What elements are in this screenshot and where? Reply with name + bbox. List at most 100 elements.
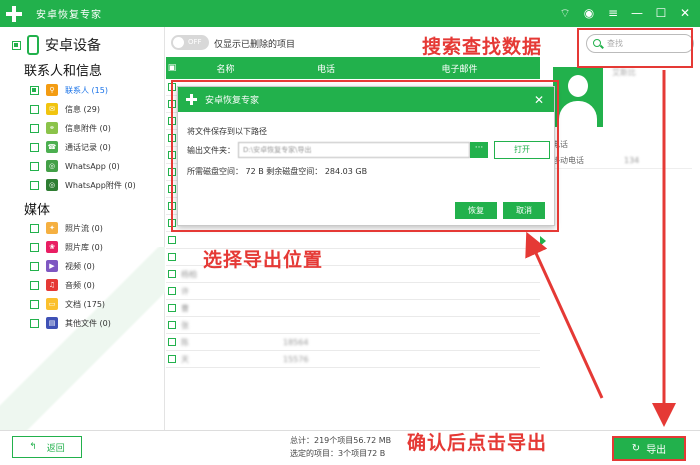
message-icon: ✉ — [46, 103, 58, 115]
deleted-only-toggle[interactable]: OFF — [171, 35, 209, 50]
sidebar-item-documents[interactable]: ▭ 文档 (175) — [30, 298, 105, 310]
back-arrow-icon: ↰ — [29, 442, 37, 452]
row-checkbox[interactable] — [166, 304, 178, 312]
sidebar-item-label: 照片库 (0) — [65, 242, 103, 252]
row-phone: 18564 — [283, 337, 309, 347]
sidebar-item-whatsapp[interactable]: ◎ WhatsApp (0) — [30, 160, 120, 172]
audio-icon: ♫ — [46, 279, 58, 291]
photo-stream-icon: ✦ — [46, 222, 58, 234]
sidebar-item-contacts[interactable]: ⚲ 联系人 (15) — [30, 84, 108, 96]
export-icon: ↻ — [631, 443, 641, 454]
sidebar-item-label: 通话记录 (0) — [65, 142, 111, 152]
row-phone: 15576 — [283, 354, 309, 364]
title-bar: 安卓恢复专家 ⌔ ◉ ≡ — ☐ ✕ — [0, 0, 700, 27]
chat-icon[interactable]: ◉ — [582, 5, 596, 21]
detail-row-value: 134 — [624, 156, 640, 165]
whatsapp-icon: ◎ — [46, 160, 58, 172]
app-title: 安卓恢复专家 — [36, 10, 102, 21]
video-checkbox[interactable] — [30, 261, 39, 271]
sidebar-item-label: WhatsApp附件 (0) — [65, 180, 136, 190]
video-icon: ▶ — [46, 260, 58, 272]
row-checkbox[interactable] — [166, 355, 178, 363]
whatsapp-checkbox[interactable] — [30, 161, 39, 171]
row-name: 曹 — [181, 303, 189, 313]
attachments-checkbox[interactable] — [30, 123, 39, 133]
sidebar-item-audio[interactable]: ♫ 音频 (0) — [30, 279, 95, 291]
column-email[interactable]: 电子邮件 — [379, 62, 540, 75]
minimize-icon[interactable]: — — [630, 5, 644, 21]
call-log-checkbox[interactable] — [30, 142, 39, 152]
table-row[interactable]: 天 15576 — [166, 351, 540, 368]
sidebar-item-whatsapp-attachments[interactable]: ◎ WhatsApp附件 (0) — [30, 179, 136, 191]
whatsapp-attachments-checkbox[interactable] — [30, 180, 39, 190]
column-name[interactable]: 名称 — [178, 62, 273, 75]
row-name: 张 — [181, 320, 189, 330]
audio-checkbox[interactable] — [30, 280, 39, 290]
section-title-contacts: 联系人和信息 — [24, 64, 103, 79]
sidebar-item-call-log[interactable]: ☎ 通话记录 (0) — [30, 141, 111, 153]
annotation-choose-location: 选择导出位置 — [203, 249, 324, 271]
total-summary: 总计：219个项目56.72 MB — [290, 436, 392, 445]
close-icon[interactable]: ✕ — [678, 5, 692, 21]
sidebar-item-label: 照片流 (0) — [65, 223, 103, 233]
sidebar-item-label: 信息 (29) — [65, 104, 100, 114]
row-checkbox[interactable] — [166, 338, 178, 346]
row-checkbox[interactable] — [166, 270, 178, 278]
photo-library-checkbox[interactable] — [30, 242, 39, 252]
sidebar-item-label: WhatsApp (0) — [65, 161, 120, 171]
table-row[interactable]: 曹 — [166, 300, 540, 317]
row-checkbox[interactable] — [166, 321, 178, 329]
sidebar-item-label: 音频 (0) — [65, 280, 95, 290]
table-row[interactable]: 许 — [166, 283, 540, 300]
row-checkbox[interactable] — [166, 287, 178, 295]
sidebar-item-photo-library[interactable]: ❀ 照片库 (0) — [30, 241, 103, 253]
window-controls: ⌔ ◉ ≡ — ☐ ✕ — [558, 5, 692, 21]
contacts-checkbox[interactable] — [30, 85, 39, 95]
table-row[interactable]: 张 — [166, 317, 540, 334]
sidebar-item-message-attachments[interactable]: ⚭ 信息附件 (0) — [30, 122, 111, 134]
back-label: 返回 — [46, 443, 65, 454]
phone-icon — [27, 35, 39, 55]
photo-library-icon: ❀ — [46, 241, 58, 253]
detail-name: 艾斯比 — [612, 68, 636, 77]
select-all-checkbox[interactable]: ▣ — [166, 63, 178, 73]
dialog-highlight-box — [171, 80, 559, 232]
section-title-media: 媒体 — [24, 203, 51, 218]
export-label: 导出 — [646, 445, 667, 456]
annotation-search: 搜索查找数据 — [422, 36, 543, 58]
menu-icon[interactable]: ≡ — [606, 5, 620, 21]
row-name: 陈 — [181, 337, 189, 347]
maximize-icon[interactable]: ☐ — [654, 5, 668, 21]
sidebar-item-label: 视频 (0) — [65, 261, 95, 271]
watermark — [0, 247, 165, 430]
sidebar-item-label: 联系人 (15) — [65, 85, 108, 95]
detail-phone-row: 移动电话 134 — [552, 155, 692, 169]
device-checkbox[interactable] — [12, 40, 21, 50]
deleted-only-label: 仅显示已删除的项目 — [214, 40, 296, 50]
device-header[interactable]: 安卓设备 — [12, 35, 101, 55]
sidebar-item-photo-stream[interactable]: ✦ 照片流 (0) — [30, 222, 103, 234]
call-icon: ☎ — [46, 141, 58, 153]
other-files-checkbox[interactable] — [30, 318, 39, 328]
sidebar-item-video[interactable]: ▶ 视频 (0) — [30, 260, 95, 272]
sidebar-item-other-files[interactable]: ▤ 其他文件 (0) — [30, 317, 111, 329]
back-button[interactable]: ↰ 返回 — [12, 436, 82, 458]
documents-checkbox[interactable] — [30, 299, 39, 309]
table-row[interactable]: 陈 18564 — [166, 334, 540, 351]
annotation-confirm-export: 确认后点击导出 — [407, 432, 548, 454]
whatsapp-attachment-icon: ◎ — [46, 179, 58, 191]
row-checkbox[interactable] — [166, 253, 178, 261]
sidebar: 安卓设备 联系人和信息 ⚲ 联系人 (15) ✉ 信息 (29) ⚭ 信息附件 … — [0, 27, 165, 430]
expand-arrow-icon[interactable] — [540, 236, 546, 246]
photo-stream-checkbox[interactable] — [30, 223, 39, 233]
sidebar-item-messages[interactable]: ✉ 信息 (29) — [30, 103, 100, 115]
attachment-icon: ⚭ — [46, 122, 58, 134]
wifi-icon[interactable]: ⌔ — [558, 5, 572, 21]
sidebar-item-label: 文档 (175) — [65, 299, 106, 309]
selected-summary: 选定的项目：3个项目72 B — [290, 449, 386, 458]
messages-checkbox[interactable] — [30, 104, 39, 114]
table-header: ▣ 名称 电话 电子邮件 — [166, 57, 540, 79]
column-phone[interactable]: 电话 — [273, 62, 379, 75]
export-button[interactable]: ↻ 导出 — [612, 436, 686, 461]
row-checkbox[interactable] — [166, 236, 178, 244]
